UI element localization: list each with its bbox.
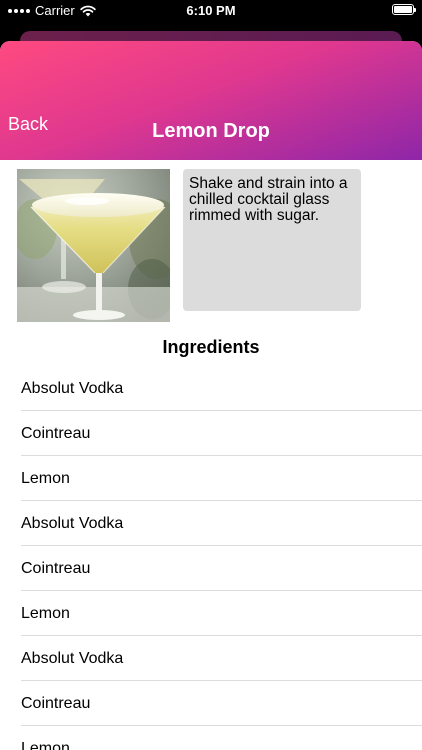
ingredients-heading: Ingredients	[162, 337, 260, 357]
ingredient-list: Absolut Vodka Cointreau Lemon Absolut Vo…	[0, 366, 422, 750]
ingredient-row[interactable]: Lemon	[0, 456, 422, 501]
clock: 6:10 PM	[186, 3, 236, 18]
ingredient-row[interactable]: Cointreau	[0, 411, 422, 456]
ingredient-row[interactable]: Lemon	[0, 591, 422, 636]
drink-summary: Shake and strain into a chilled cocktail…	[0, 160, 422, 327]
app-screen: Carrier 6:10 PM Back Lemon Drop Shake an…	[0, 0, 422, 750]
instructions-text: Shake and strain into a chilled cocktail…	[183, 169, 361, 311]
navigation-header: Back Lemon Drop	[0, 41, 422, 160]
status-bar: Carrier 6:10 PM	[0, 0, 422, 24]
ingredient-row[interactable]: Lemon	[0, 726, 422, 750]
drink-detail-sheet: Back Lemon Drop Shake and strain into a …	[0, 41, 422, 750]
ingredient-row[interactable]: Absolut Vodka	[0, 501, 422, 546]
ingredient-row[interactable]: Absolut Vodka	[0, 636, 422, 681]
ingredient-row[interactable]: Cointreau	[0, 681, 422, 726]
ingredient-row[interactable]: Cointreau	[0, 546, 422, 591]
drink-photo	[17, 169, 170, 322]
page-title: Lemon Drop	[152, 120, 270, 142]
battery-icon	[392, 4, 416, 15]
ingredient-row[interactable]: Absolut Vodka	[0, 366, 422, 411]
